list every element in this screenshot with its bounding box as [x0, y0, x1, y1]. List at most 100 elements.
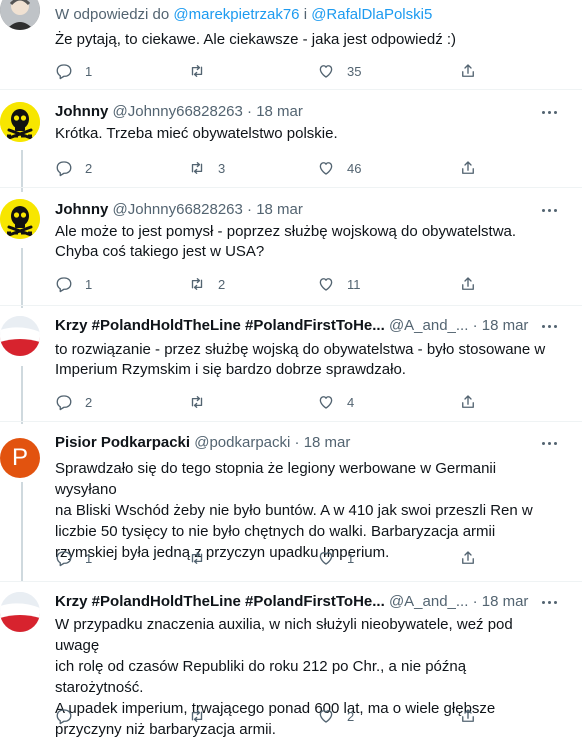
tweet-actions: 1 35 [55, 61, 495, 81]
replying-prefix: W odpowiedzi do [55, 6, 170, 23]
tweet-text-line: na Bliski Wschód żeby nie było buntów. A… [55, 502, 533, 519]
retweet-icon [191, 710, 203, 722]
retweet-button[interactable] [188, 548, 218, 568]
display-name[interactable]: Krzy #PolandHoldTheLine #PolandFirstToHe… [55, 593, 385, 610]
share-icon [462, 551, 474, 564]
tweet-text-line: W przypadku znaczenia auxilia, w nich sł… [55, 616, 513, 654]
like-button[interactable]: 46 [317, 158, 361, 178]
tweet-header: Johnny @Johnny66828263 · 18 mar [55, 200, 303, 220]
retweet-button[interactable]: 2 [188, 274, 225, 294]
tweet[interactable]: Krzy #PolandHoldTheLine #PolandFirstToHe… [0, 306, 582, 422]
avatar[interactable] [0, 102, 40, 142]
share-button[interactable] [459, 158, 477, 178]
tweet[interactable]: W odpowiedzi do @marekpietrzak76 i @Rafa… [0, 0, 582, 90]
tweet-text-line: to rozwiązanie - przez służbę wojską do … [55, 341, 546, 358]
user-handle[interactable]: @Johnny66828263 [113, 103, 243, 120]
reply-icon [56, 277, 72, 293]
tweet-text: to rozwiązanie - przez służbę wojską do … [55, 340, 555, 380]
reply-count: 1 [85, 63, 93, 79]
avatar-letter: P [11, 444, 28, 471]
mention-link[interactable]: @marekpietrzak76 [173, 6, 299, 23]
tweet[interactable]: Johnny @Johnny66828263 · 18 mar Krótka. … [0, 90, 582, 188]
share-icon [462, 277, 474, 290]
heart-icon [319, 278, 333, 291]
display-name[interactable]: Johnny [55, 201, 108, 218]
tweet-date[interactable]: 18 mar [482, 593, 529, 610]
more-icon[interactable] [540, 435, 560, 451]
share-button[interactable] [459, 548, 477, 568]
mention-link[interactable]: @RafalDlaPolski5 [311, 6, 432, 23]
avatar-image [0, 0, 40, 30]
tweet-text-line: ich rolę od czasów Republiki do roku 212… [55, 658, 467, 696]
tweet-text-line: Sprawdzało się do tego stopnia że legion… [55, 460, 497, 498]
user-handle[interactable]: @A_and_... [389, 593, 468, 610]
tweet-text: Ale może to jest pomysł - poprzez służbę… [55, 222, 555, 262]
tweet-actions: 2 3 46 [55, 158, 495, 178]
like-count: 4 [347, 394, 355, 410]
tweet-date[interactable]: 18 mar [304, 434, 351, 451]
share-button[interactable] [459, 61, 477, 81]
user-handle[interactable]: @Johnny66828263 [113, 201, 243, 218]
tweet-date[interactable]: 18 mar [256, 103, 303, 120]
tweet-actions: 2 [55, 706, 495, 726]
avatar[interactable] [0, 199, 40, 239]
tweet-date[interactable]: 18 mar [256, 201, 303, 218]
reply-button[interactable]: 1 [55, 61, 92, 81]
reply-icon [56, 551, 72, 567]
reply-button[interactable] [55, 706, 85, 726]
avatar[interactable] [0, 0, 40, 30]
header-separator: · [247, 103, 253, 120]
like-button[interactable]: 1 [317, 548, 354, 568]
poland-flag-icon [0, 316, 40, 356]
more-icon[interactable] [540, 318, 560, 334]
tweet-actions: 1 1 [55, 548, 495, 568]
tweet[interactable]: P Pisior Podkarpacki @podkarpacki · 18 m… [0, 422, 582, 582]
heart-icon [319, 396, 333, 409]
heart-icon [319, 552, 333, 565]
tweet[interactable]: Johnny @Johnny66828263 · 18 mar Ale może… [0, 188, 582, 306]
tweet-actions: 2 4 [55, 392, 495, 412]
reply-count: 1 [85, 550, 93, 566]
header-separator: · [472, 317, 478, 334]
tweet-text-line: Ale może to jest pomysł - poprzez służbę… [55, 223, 517, 240]
more-icon[interactable] [540, 594, 560, 610]
avatar[interactable] [0, 316, 40, 356]
like-button[interactable]: 35 [317, 61, 361, 81]
user-handle[interactable]: @A_and_... [389, 317, 468, 334]
avatar[interactable] [0, 592, 40, 632]
display-name[interactable]: Pisior Podkarpacki [55, 434, 190, 451]
like-button[interactable]: 2 [317, 706, 354, 726]
share-icon [462, 161, 474, 174]
retweet-button[interactable] [188, 706, 218, 726]
tweet[interactable]: Krzy #PolandHoldTheLine #PolandFirstToHe… [0, 582, 582, 738]
header-separator: · [294, 434, 300, 451]
like-button[interactable]: 11 [317, 274, 361, 294]
display-name[interactable]: Johnny [55, 103, 108, 120]
retweet-button[interactable]: 3 [188, 158, 225, 178]
like-count: 46 [347, 160, 362, 176]
retweet-icon [191, 396, 203, 408]
reply-button[interactable]: 1 [55, 548, 92, 568]
share-button[interactable] [459, 706, 477, 726]
avatar[interactable]: P [0, 438, 40, 478]
retweet-button[interactable] [188, 61, 218, 81]
reply-icon [56, 161, 72, 177]
reply-button[interactable]: 1 [55, 274, 92, 294]
tweet-header: Krzy #PolandHoldTheLine #PolandFirstToHe… [55, 316, 528, 336]
display-name[interactable]: Krzy #PolandHoldTheLine #PolandFirstToHe… [55, 317, 385, 334]
reply-button[interactable]: 2 [55, 158, 92, 178]
tweet-actions: 1 2 11 [55, 274, 495, 294]
tweet-text-line: Imperium Rzymskim i się bardzo dobrze sp… [55, 361, 406, 378]
more-icon[interactable] [540, 202, 560, 218]
share-button[interactable] [459, 392, 477, 412]
retweet-count: 3 [218, 160, 226, 176]
retweet-button[interactable] [188, 392, 218, 412]
like-button[interactable]: 4 [317, 392, 354, 412]
user-handle[interactable]: @podkarpacki [194, 434, 290, 451]
header-separator: · [247, 201, 253, 218]
reply-button[interactable]: 2 [55, 392, 92, 412]
tweet-date[interactable]: 18 mar [482, 317, 529, 334]
tweet-text-line: liczbie 50 tysięcy to nie było chętnych … [55, 523, 496, 540]
more-icon[interactable] [540, 104, 560, 120]
share-button[interactable] [459, 274, 477, 294]
